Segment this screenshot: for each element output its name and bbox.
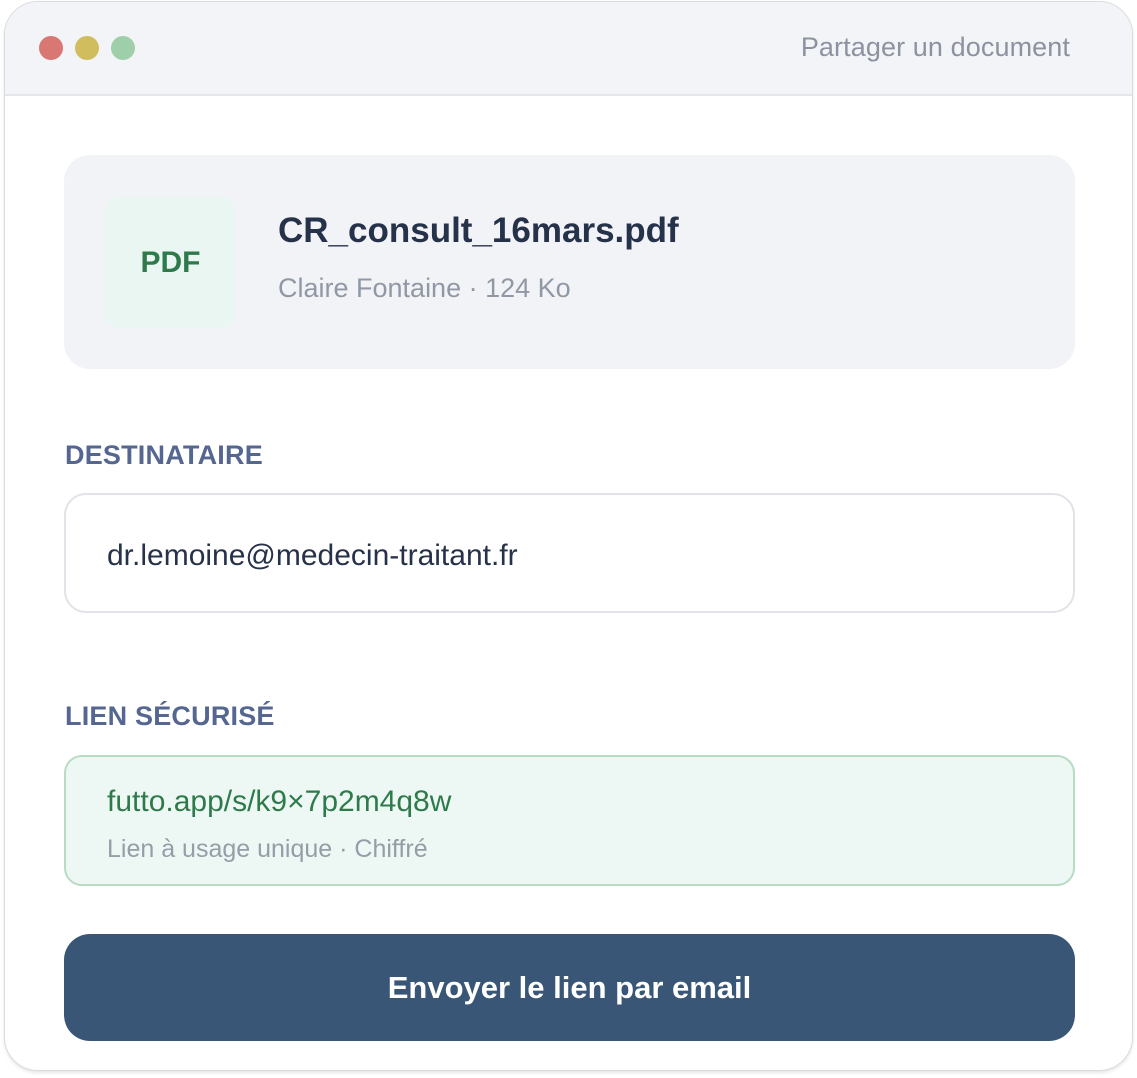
maximize-window-button[interactable]	[111, 36, 135, 60]
minimize-window-button[interactable]	[75, 36, 99, 60]
recipient-label: DESTINATAIRE	[65, 440, 263, 470]
title-bar: Partager un document	[5, 2, 1132, 96]
close-window-button[interactable]	[39, 36, 63, 60]
send-link-email-button[interactable]: Envoyer le lien par email	[64, 934, 1075, 1041]
secure-link-meta: Lien à usage unique · Chiffré	[107, 835, 428, 863]
file-name: CR_consult_16mars.pdf	[278, 211, 679, 250]
recipient-email-value[interactable]: dr.lemoine@medecin-traitant.fr	[107, 539, 518, 573]
window-title: Partager un document	[800, 32, 1070, 62]
secure-link-box[interactable]: futto.app/s/k9×7p2m4q8w Lien à usage uni…	[64, 755, 1075, 886]
share-document-window: Partager un document PDF CR_consult_16ma…	[4, 1, 1133, 1071]
recipient-email-field[interactable]: dr.lemoine@medecin-traitant.fr	[64, 493, 1075, 613]
secure-link-label: LIEN SÉCURISÉ	[65, 701, 275, 731]
secure-link-url[interactable]: futto.app/s/k9×7p2m4q8w	[107, 785, 451, 819]
file-meta: Claire Fontaine · 124 Ko	[278, 273, 571, 303]
pdf-file-icon: PDF	[105, 197, 236, 328]
file-card: PDF CR_consult_16mars.pdf Claire Fontain…	[64, 155, 1075, 369]
